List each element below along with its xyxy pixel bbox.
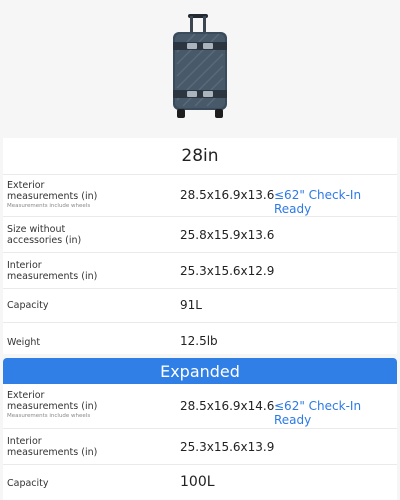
standard-spec-card: 28in Exterior measurements (in) Measurem… — [3, 138, 397, 354]
spec-label: Weight — [7, 337, 41, 348]
spec-label: Interior measurements (in) — [7, 260, 98, 282]
expanded-spec-card: Exterior measurements (in) Measurements … — [3, 384, 397, 500]
spec-row-exterior: Exterior measurements (in) Measurements … — [3, 174, 397, 216]
spec-row-exterior: Exterior measurements (in) Measurements … — [3, 384, 397, 428]
spec-row-interior: Interior measurements (in) 25.3x15.6x13.… — [3, 428, 397, 464]
spec-value: 25.8x15.9x13.6 — [180, 228, 275, 242]
spec-value: 25.3x15.6x13.9 — [180, 440, 275, 454]
check-in-ready-tag: ≤62" Check-In Ready — [274, 188, 362, 216]
product-image-area — [0, 0, 400, 138]
spec-label: Capacity — [7, 300, 49, 311]
spec-note: Measurements include wheels — [7, 413, 91, 419]
spec-note: Measurements include wheels — [7, 203, 91, 209]
spec-row-weight: Weight 12.5lb — [3, 322, 397, 354]
spec-value: 100L — [180, 474, 215, 490]
spec-label: Exterior measurements (in) Measurements … — [7, 180, 98, 209]
spec-row-capacity: Capacity 91L — [3, 288, 397, 322]
spec-value: 28.5x16.9x14.6 — [180, 399, 275, 413]
suitcase-image — [173, 14, 227, 118]
spec-row-interior: Interior measurements (in) 25.3x15.6x12.… — [3, 252, 397, 288]
spec-value: 91L — [180, 298, 202, 312]
spec-value: 28.5x16.9x13.6 — [180, 188, 275, 202]
spec-label: Capacity — [7, 478, 49, 489]
spec-value: 12.5lb — [180, 334, 218, 348]
product-spec-page: 28in Exterior measurements (in) Measurem… — [0, 0, 400, 500]
spec-row-size-without-accessories: Size without accessories (in) 25.8x15.9x… — [3, 216, 397, 252]
expanded-header: Expanded — [3, 358, 397, 385]
spec-label: Size without accessories (in) — [7, 224, 82, 246]
size-title: 28in — [181, 146, 219, 166]
spec-value: 25.3x15.6x12.9 — [180, 264, 275, 278]
spec-label: Interior measurements (in) — [7, 436, 98, 458]
check-in-ready-tag: ≤62" Check-In Ready — [274, 399, 362, 427]
spec-row-capacity: Capacity 100L — [3, 464, 397, 500]
spec-label: Exterior measurements (in) Measurements … — [7, 390, 98, 419]
